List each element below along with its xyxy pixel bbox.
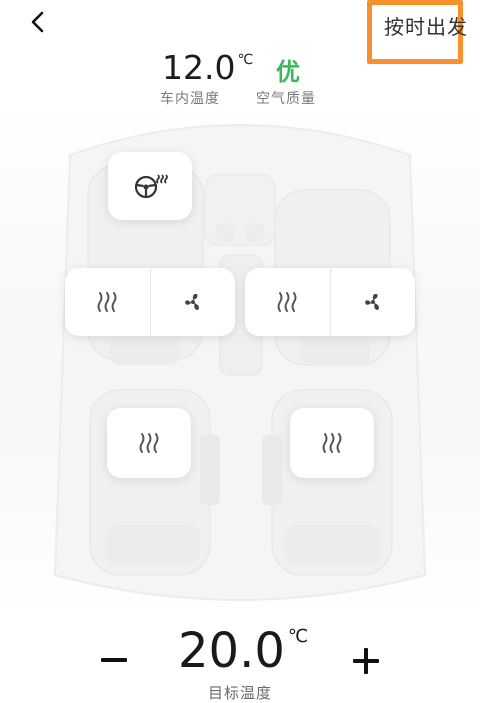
rear-right-seat-heat-button[interactable] (290, 408, 374, 478)
passenger-seat-heat-button[interactable] (245, 268, 331, 336)
steering-wheel-heat-button[interactable] (108, 152, 192, 220)
decrease-temperature-button[interactable] (96, 640, 136, 680)
fan-icon (364, 293, 379, 310)
increase-temperature-button[interactable] (346, 640, 386, 680)
cabin-temperature-unit: ℃ (237, 52, 254, 68)
scheduled-departure-button[interactable]: 按时出发 (367, 0, 467, 64)
fan-icon (184, 293, 199, 310)
back-button[interactable] (22, 6, 56, 40)
plus-icon (353, 648, 379, 674)
driver-seat-heat-button[interactable] (65, 268, 151, 336)
cabin-temperature-value: 12.0 (162, 48, 236, 87)
driver-seat-ventilation-button[interactable] (151, 268, 236, 336)
target-temperature: 20.0 ℃ (178, 620, 308, 682)
car-interior-image (53, 124, 427, 601)
target-temperature-value: 20.0 (178, 623, 285, 679)
minus-icon (101, 658, 127, 662)
cabin-temperature: 12.0 ℃ (162, 48, 253, 88)
seat-heat-icon (139, 433, 159, 453)
car-interior-illustration (0, 105, 480, 620)
passenger-seat-controls (245, 268, 415, 336)
chevron-left-icon (31, 11, 44, 33)
passenger-seat-ventilation-button[interactable] (331, 268, 416, 336)
scheduled-departure-label: 按时出发 (384, 15, 468, 39)
seat-heat-icon (322, 433, 342, 453)
seat-heat-icon (277, 292, 297, 312)
air-quality-value: 优 (276, 58, 300, 86)
driver-seat-controls (65, 268, 235, 336)
seat-heat-icon (97, 292, 117, 312)
steering-wheel-heat-icon (134, 174, 168, 199)
target-temperature-unit: ℃ (287, 626, 309, 647)
rear-left-seat-heat-button[interactable] (107, 408, 191, 478)
